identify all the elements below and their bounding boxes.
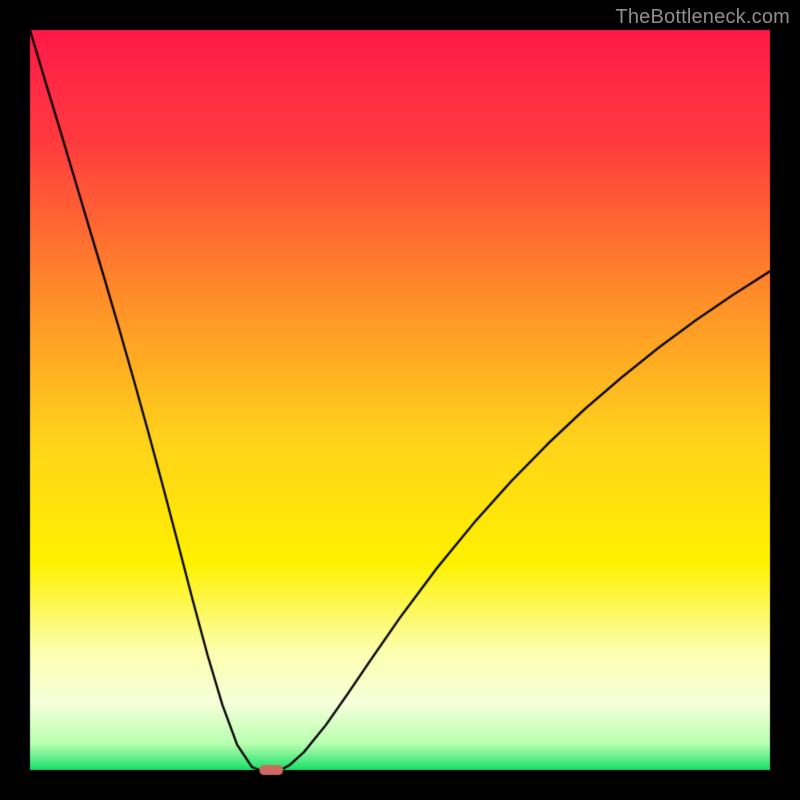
watermark-text: TheBottleneck.com (615, 6, 790, 29)
chart-container: TheBottleneck.com (0, 0, 800, 800)
bottleneck-curve-plot (0, 0, 800, 800)
